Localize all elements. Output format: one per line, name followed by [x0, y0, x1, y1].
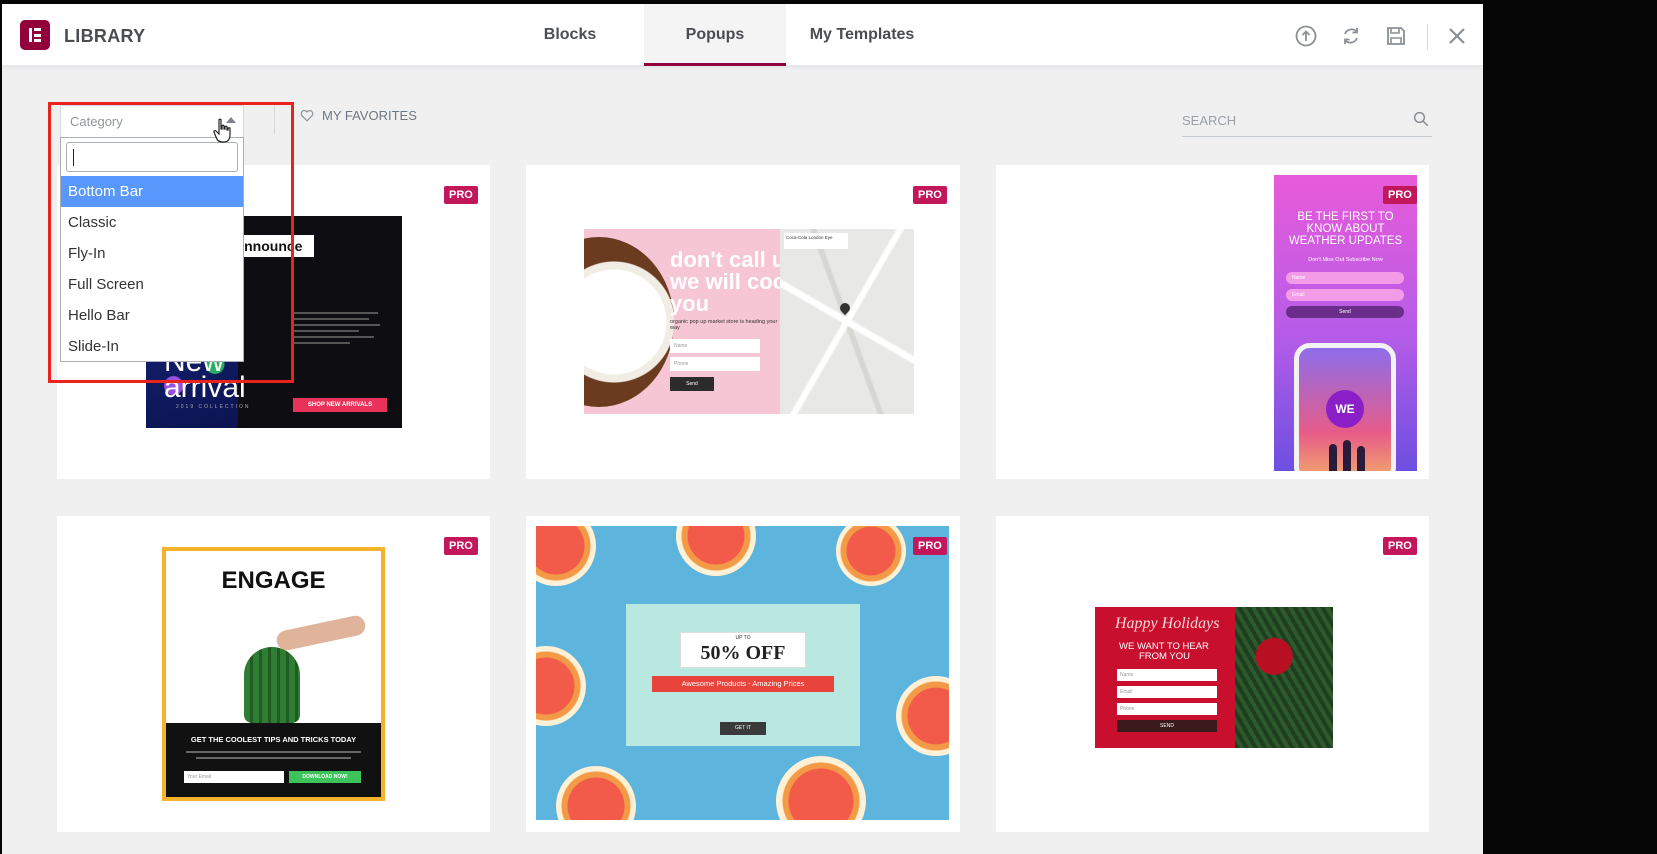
thumb-map-title: Coca-Cola London Eye [784, 233, 848, 249]
search-icon[interactable] [1412, 110, 1430, 128]
annotation-highlight-box [48, 102, 294, 383]
template-card[interactable]: don't call us we will coconut you organi… [526, 165, 960, 479]
search-input[interactable] [1182, 110, 1392, 130]
thumb-script: Happy Holidays [1115, 615, 1220, 632]
thumb-field-name: Name [670, 339, 760, 353]
library-modal: LIBRARY Blocks Popups My Templates MY FA… [2, 4, 1483, 854]
template-card[interactable]: Happy Holidays WE WANT TO HEAR FROM YOU … [996, 516, 1429, 832]
pro-badge: PRO [913, 186, 947, 204]
search-box [1182, 102, 1432, 137]
pro-badge: PRO [913, 537, 947, 555]
my-favorites-filter[interactable]: MY FAVORITES [300, 108, 417, 123]
thumb-heading: ENGAGE [221, 567, 326, 594]
thumb-line-1: BE THE FIRST TO [1297, 211, 1394, 223]
tab-my-templates[interactable]: My Templates [802, 4, 922, 66]
my-favorites-label: MY FAVORITES [322, 108, 417, 123]
tab-blocks[interactable]: Blocks [516, 4, 624, 66]
heart-icon [300, 110, 314, 122]
thumb-line-1: don't call us [670, 247, 798, 272]
thumb-cta: Send [670, 377, 714, 391]
thumb-big-text: 50% OFF [700, 642, 786, 664]
thumb-tagline: GET THE COOLEST TIPS AND TRICKS TODAY [190, 735, 357, 744]
thumb-field-email: Email [1286, 289, 1404, 301]
thumb-ribbon: Awesome Products - Amazing Prices [652, 676, 834, 692]
thumb-subtitle: Don't Miss Out Subscribe Now [1308, 257, 1383, 263]
thumb-cta: SHOP NEW ARRIVALS [293, 398, 387, 412]
save-icon[interactable] [1384, 24, 1408, 48]
sync-icon[interactable] [1339, 24, 1363, 48]
thumb-line-3: you [670, 291, 710, 316]
elementor-logo-icon [20, 20, 50, 50]
thumb-field-email: Your Email [184, 771, 284, 783]
tab-popups[interactable]: Popups [644, 4, 786, 66]
thumb-field-phone: Phone [670, 357, 760, 371]
template-card[interactable]: UP TO 50% OFF Awesome Products - Amazing… [526, 516, 960, 832]
template-card[interactable]: BE THE FIRST TO KNOW ABOUT WEATHER UPDAT… [996, 165, 1429, 479]
library-title: LIBRARY [64, 26, 146, 46]
thumb-cta: GET IT [720, 722, 766, 735]
thumb-line-2: FROM YOU [1139, 651, 1191, 662]
template-thumbnail: don't call us we will coconut you organi… [584, 229, 914, 414]
template-thumbnail: ENGAGE GET THE COOLEST TIPS AND TRICKS T… [162, 547, 385, 801]
thumb-cta: Send [1286, 306, 1404, 318]
thumb-cta: SEND [1117, 720, 1217, 732]
template-thumbnail: UP TO 50% OFF Awesome Products - Amazing… [536, 526, 949, 820]
pro-badge: PRO [1383, 186, 1417, 204]
template-thumbnail: BE THE FIRST TO KNOW ABOUT WEATHER UPDAT… [1274, 175, 1417, 471]
pro-badge: PRO [444, 186, 478, 204]
pro-badge: PRO [444, 537, 478, 555]
thumb-subtitle: 2019 COLLECTION [176, 404, 251, 410]
template-thumbnail: Happy Holidays WE WANT TO HEAR FROM YOU … [1095, 607, 1333, 748]
thumb-field-name: Name [1286, 272, 1404, 284]
library-header: LIBRARY Blocks Popups My Templates [2, 4, 1483, 66]
hand-cursor-icon [213, 118, 231, 143]
header-divider [1427, 24, 1428, 50]
thumb-line-2: KNOW ABOUT [1306, 223, 1385, 235]
thumb-field-email: Email [1117, 686, 1217, 698]
thumb-cta: DOWNLOAD NOW! [289, 771, 361, 783]
pro-badge: PRO [1383, 537, 1417, 555]
upload-icon[interactable] [1294, 24, 1318, 48]
thumb-field-name: Name [1117, 669, 1217, 681]
thumb-subtitle: organic pop up market store is heading y… [670, 319, 778, 331]
thumb-field-phone: Phone [1117, 703, 1217, 715]
thumb-logo: WE [1326, 390, 1364, 428]
thumb-upto: UP TO [735, 635, 751, 641]
thumb-line-3: WEATHER UPDATES [1288, 235, 1403, 247]
template-card[interactable]: ENGAGE GET THE COOLEST TIPS AND TRICKS T… [57, 516, 490, 832]
close-icon[interactable] [1445, 24, 1469, 48]
